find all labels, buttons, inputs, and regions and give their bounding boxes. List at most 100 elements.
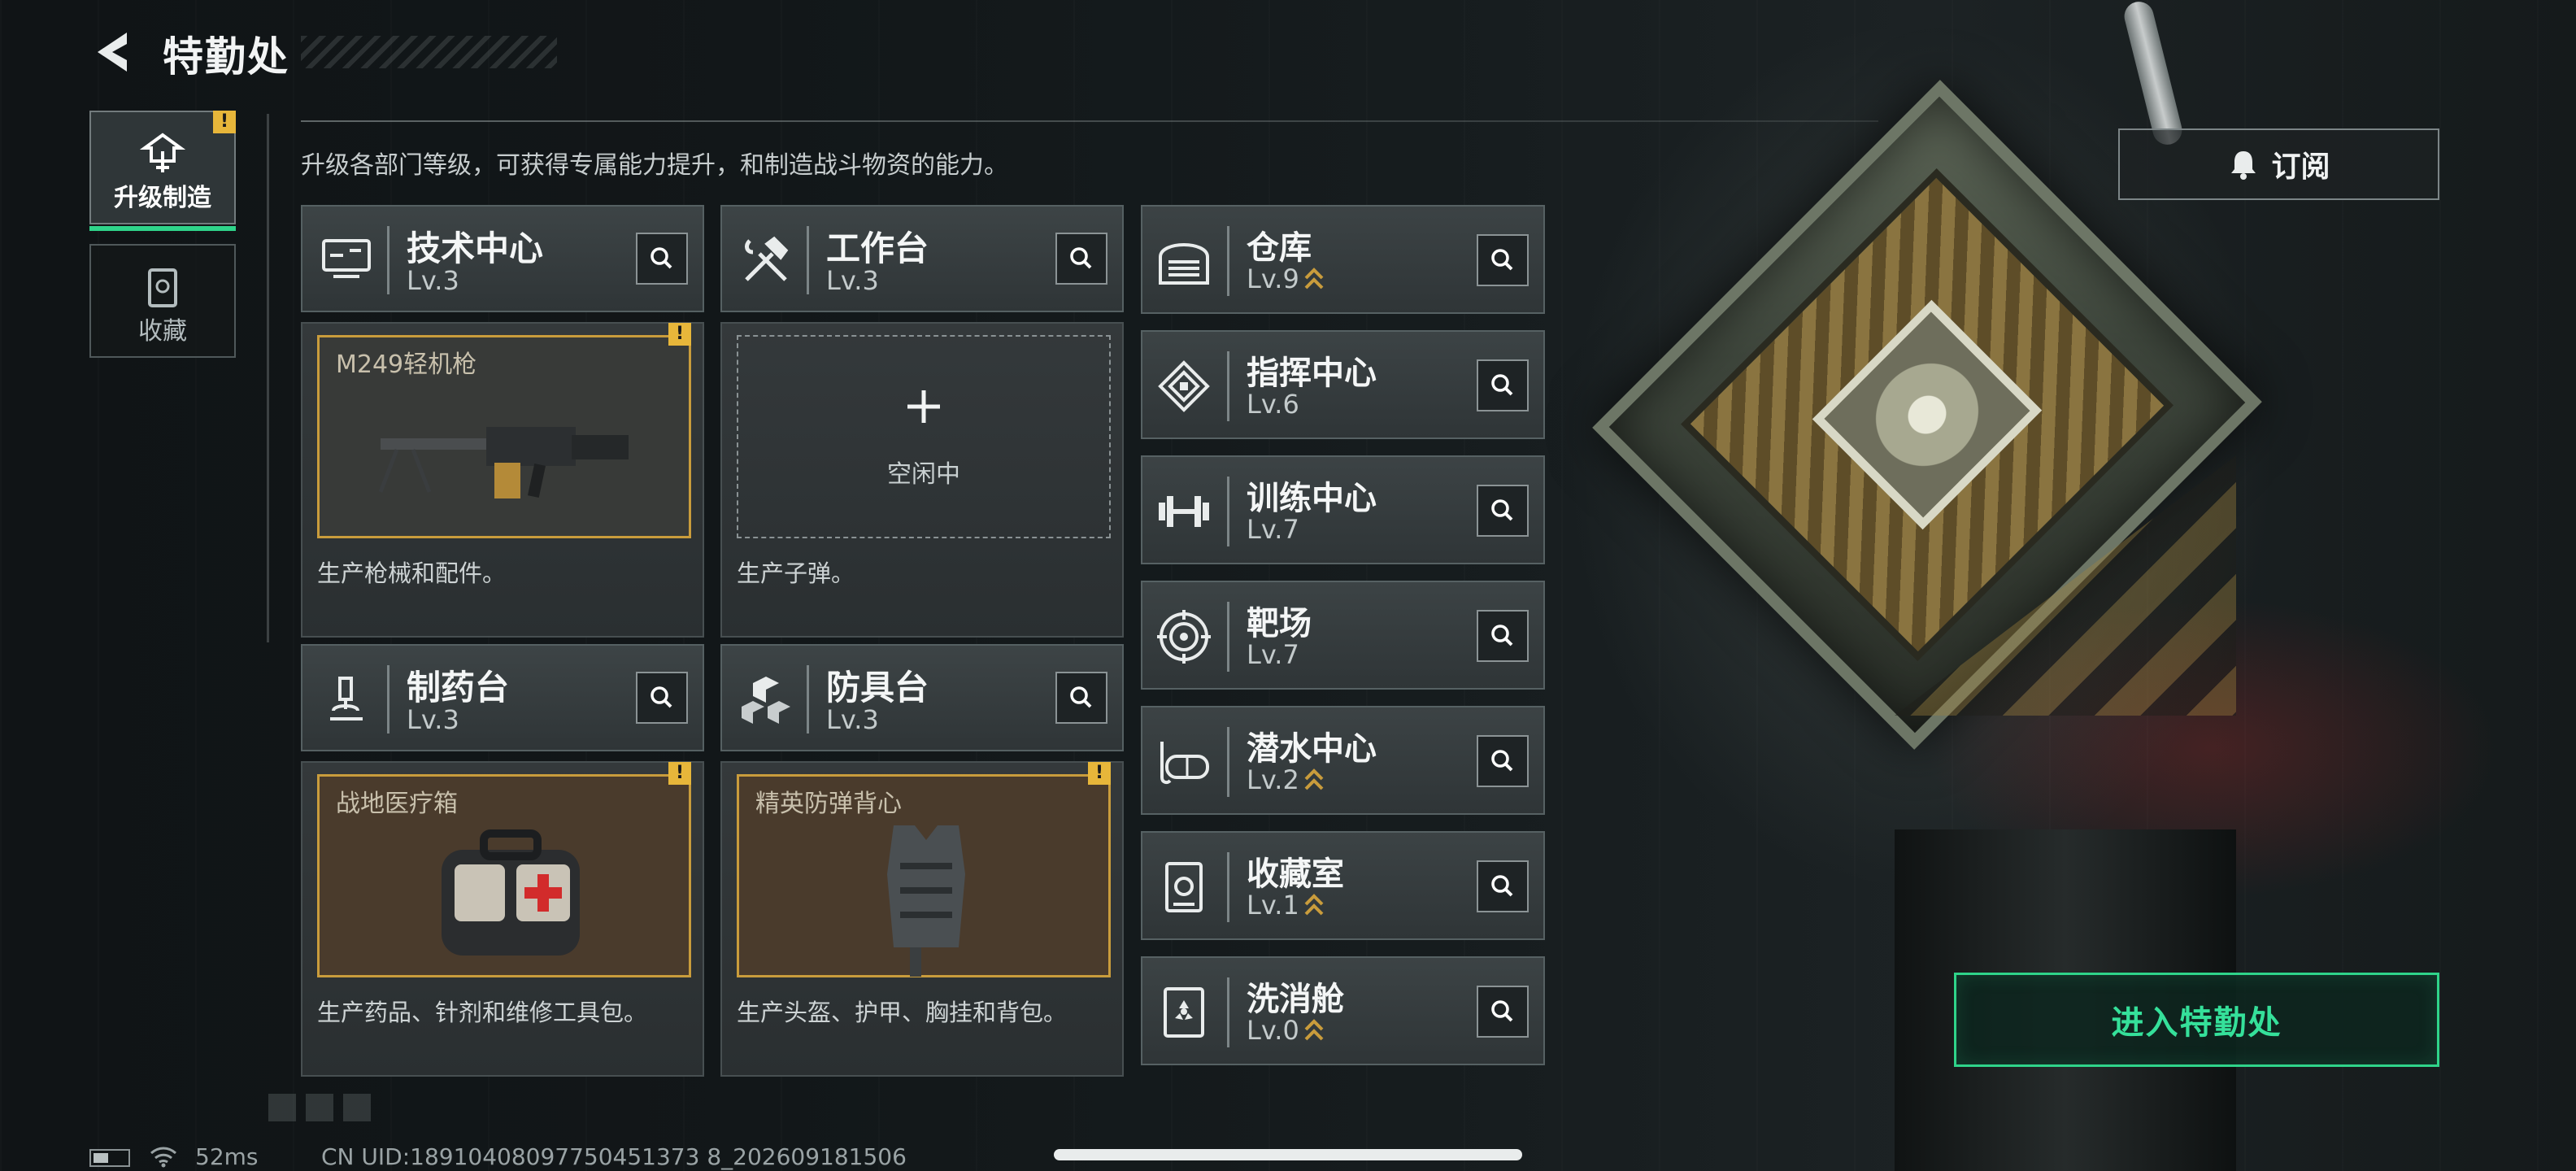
tab-collection[interactable]: 收藏	[89, 244, 236, 358]
alert-badge: !	[668, 762, 691, 785]
craft-slot[interactable]: M249轻机枪 !	[317, 323, 691, 538]
upgrade-chevron-icon	[1304, 1019, 1324, 1041]
craft-slot[interactable]: 精英防弹背心 !	[737, 762, 1111, 977]
facility-name: 训练中心	[1247, 480, 1377, 517]
facility-row-warehouse[interactable]: 仓库 Lv.9	[1141, 205, 1545, 314]
facility-level: Lv.3	[826, 265, 879, 296]
facility-header[interactable]: 工作台 Lv.3	[720, 205, 1124, 312]
idle-craft-slot[interactable]: 空闲中	[737, 335, 1111, 538]
separator	[807, 665, 809, 734]
facility-name: 指挥中心	[1247, 355, 1377, 392]
facility-name: 制药台	[407, 668, 510, 707]
level-text: Lv.9	[1247, 263, 1299, 294]
facility-header[interactable]: 技术中心 Lv.3	[301, 205, 704, 312]
facility-row-diving-center[interactable]: 潜水中心 Lv.2	[1141, 706, 1545, 815]
facility-row-collection-room[interactable]: 收藏室 Lv.1	[1141, 831, 1545, 940]
wifi-icon	[150, 1147, 176, 1168]
alert-badge: !	[213, 111, 236, 133]
search-icon	[1491, 625, 1513, 646]
level-text: Lv.0	[1247, 1015, 1299, 1046]
facility-level: Lv.3	[407, 704, 459, 735]
battery-icon	[89, 1149, 130, 1167]
facility-row-training-center[interactable]: 训练中心 Lv.7	[1141, 455, 1545, 564]
upgrade-gear-icon	[140, 133, 185, 172]
search-icon	[1491, 875, 1513, 897]
facility-description: 生产子弹。	[737, 559, 855, 587]
inspect-button[interactable]	[1477, 735, 1529, 787]
back-arrow-icon	[98, 33, 127, 72]
page-title: 特勤处	[163, 33, 289, 81]
facility-level: Lv.7	[1247, 639, 1299, 670]
separator	[1227, 477, 1229, 546]
tab-label: 收藏	[138, 317, 187, 346]
alert-badge: !	[668, 323, 691, 346]
divider	[301, 120, 1878, 122]
level-text: Lv.7	[1247, 514, 1299, 545]
inspect-button[interactable]	[1477, 860, 1529, 912]
inspect-button[interactable]	[1477, 986, 1529, 1038]
facility-row-decon-chamber[interactable]: 洗消舱 Lv.0	[1141, 956, 1545, 1065]
facility-level: Lv.3	[826, 704, 879, 735]
back-button[interactable]	[88, 28, 137, 76]
user-uid: CN UID:18910408097750451373 8_2026091815…	[321, 1143, 907, 1170]
tab-upgrade-manufacture[interactable]: 升级制造 !	[89, 111, 236, 231]
search-icon	[651, 686, 672, 708]
dumbbell-icon	[1159, 496, 1209, 527]
separator	[1227, 852, 1229, 922]
upgrade-chevron-icon	[1304, 894, 1324, 916]
facility-header[interactable]: 制药台 Lv.3	[301, 644, 704, 751]
facility-name: 仓库	[1247, 229, 1312, 267]
facility-level: Lv.6	[1247, 389, 1299, 420]
level-text: Lv.6	[1247, 389, 1299, 420]
inspect-button[interactable]	[1477, 359, 1529, 411]
hammer-wrench-icon	[745, 236, 789, 281]
enter-special-ops-button[interactable]: 进入特勤处	[1954, 973, 2439, 1067]
separator	[387, 665, 389, 734]
search-icon	[1491, 499, 1513, 521]
search-icon	[651, 247, 672, 269]
subscribe-label: 订阅	[2271, 150, 2330, 184]
inspect-button[interactable]	[1477, 610, 1529, 662]
cubes-icon	[742, 677, 790, 724]
facility-description: 生产头盔、护甲、胸挂和背包。	[737, 999, 1068, 1026]
facility-level: Lv.3	[407, 265, 459, 296]
inspect-button[interactable]	[1055, 233, 1107, 285]
facility-description: 生产枪械和配件。	[317, 559, 507, 587]
facility-name: 工作台	[826, 229, 929, 268]
decorative-marks	[268, 1094, 374, 1121]
craft-slot[interactable]: 战地医疗箱 !	[317, 762, 691, 977]
bell-icon	[2231, 151, 2256, 180]
inspect-button[interactable]	[1055, 672, 1107, 724]
facility-card-armor: 防具台 Lv.3 精英防弹背心 ! 生产头盔、护甲、胸挂和背包。	[720, 644, 1124, 1077]
inspect-button[interactable]	[636, 233, 688, 285]
facility-body: 精英防弹背心 ! 生产头盔、护甲、胸挂和背包。	[720, 761, 1124, 1077]
inspect-button[interactable]	[636, 672, 688, 724]
facility-row-command-center[interactable]: 指挥中心 Lv.6	[1141, 330, 1545, 439]
facility-body: 空闲中 生产子弹。	[720, 322, 1124, 638]
subscribe-button[interactable]: 订阅	[2118, 128, 2439, 200]
facility-body: M249轻机枪 ! 生产枪械和配件。	[301, 322, 704, 638]
slot-item-name: M249轻机枪	[336, 350, 477, 379]
title-decoration	[301, 36, 557, 68]
search-icon	[1491, 249, 1513, 271]
facility-header[interactable]: 防具台 Lv.3	[720, 644, 1124, 751]
plus-icon	[907, 390, 940, 423]
separator	[387, 226, 389, 294]
level-text: Lv.2	[1247, 764, 1299, 795]
home-indicator[interactable]	[1054, 1149, 1522, 1160]
inspect-button[interactable]	[1477, 234, 1529, 286]
facility-row-shooting-range[interactable]: 靶场 Lv.7	[1141, 581, 1545, 690]
ping-indicator: 52ms	[195, 1143, 259, 1170]
active-tab-indicator	[89, 226, 236, 231]
collection-icon	[1165, 862, 1203, 912]
divider-vertical	[267, 114, 269, 642]
facility-card-tech-center: 技术中心 Lv.3 M249轻机枪 ! 生产枪械和配件。	[301, 205, 704, 638]
inspect-button[interactable]	[1477, 485, 1529, 537]
facility-name: 技术中心	[407, 229, 544, 268]
level-text: Lv.1	[1247, 890, 1299, 921]
diving-mask-icon	[1160, 742, 1209, 785]
facility-body: 战地医疗箱 ! 生产药品、针剂和维修工具包。	[301, 761, 704, 1077]
facility-name: 洗消舱	[1247, 981, 1344, 1018]
collection-cabinet-icon	[148, 268, 177, 307]
facility-name: 靶场	[1247, 605, 1312, 642]
